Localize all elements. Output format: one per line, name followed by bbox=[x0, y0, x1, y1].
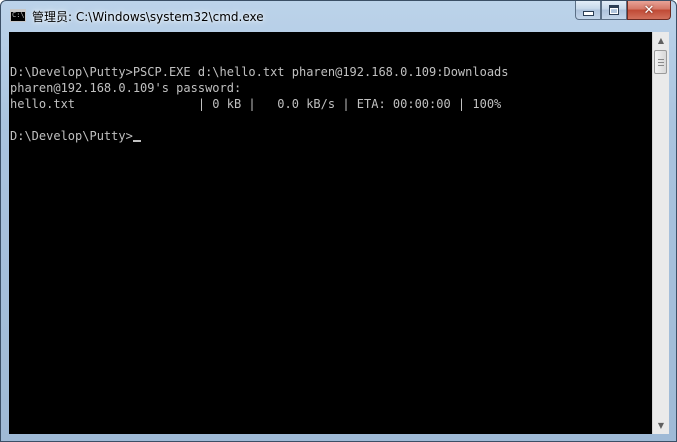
console-output[interactable]: D:\Develop\Putty>PSCP.EXE d:\hello.txt p… bbox=[9, 32, 652, 434]
close-icon: ✕ bbox=[643, 2, 655, 18]
window-title: 管理员: C:\Windows\system32\cmd.exe bbox=[32, 10, 264, 24]
maximize-button[interactable] bbox=[601, 1, 627, 20]
text-cursor bbox=[132, 140, 141, 142]
scroll-grip bbox=[658, 59, 664, 60]
scroll-grip bbox=[658, 65, 664, 66]
caption-buttons: ✕ bbox=[575, 1, 671, 21]
close-button[interactable]: ✕ bbox=[627, 1, 671, 20]
cmd-app-icon[interactable]: C:\ bbox=[10, 9, 26, 22]
vertical-scrollbar[interactable]: ▲ ▼ bbox=[652, 32, 669, 434]
console-line: pharen@192.168.0.109's password: bbox=[10, 81, 242, 95]
scroll-down-arrow-icon[interactable]: ▼ bbox=[653, 417, 669, 434]
console-lines: D:\Develop\Putty>PSCP.EXE d:\hello.txt p… bbox=[9, 32, 652, 144]
scroll-up-arrow-icon[interactable]: ▲ bbox=[653, 32, 669, 49]
maximize-icon bbox=[609, 5, 619, 15]
console-line: D:\Develop\Putty>PSCP.EXE d:\hello.txt p… bbox=[10, 65, 509, 79]
console-prompt: D:\Develop\Putty> bbox=[10, 129, 133, 143]
console-prompt-line: D:\Develop\Putty> bbox=[10, 128, 652, 144]
scroll-thumb[interactable] bbox=[654, 50, 667, 74]
console-line: hello.txt | 0 kB | 0.0 kB/s | ETA: 00:00… bbox=[10, 97, 502, 111]
minimize-button[interactable] bbox=[575, 1, 601, 20]
title-bar[interactable]: C:\ 管理员: C:\Windows\system32\cmd.exe ✕ bbox=[1, 1, 676, 32]
cmd-window: C:\ 管理员: C:\Windows\system32\cmd.exe ✕ D… bbox=[0, 0, 677, 442]
minimize-icon bbox=[582, 10, 594, 16]
scroll-grip bbox=[658, 62, 664, 63]
cmd-app-icon-glyph: C:\ bbox=[12, 11, 25, 19]
